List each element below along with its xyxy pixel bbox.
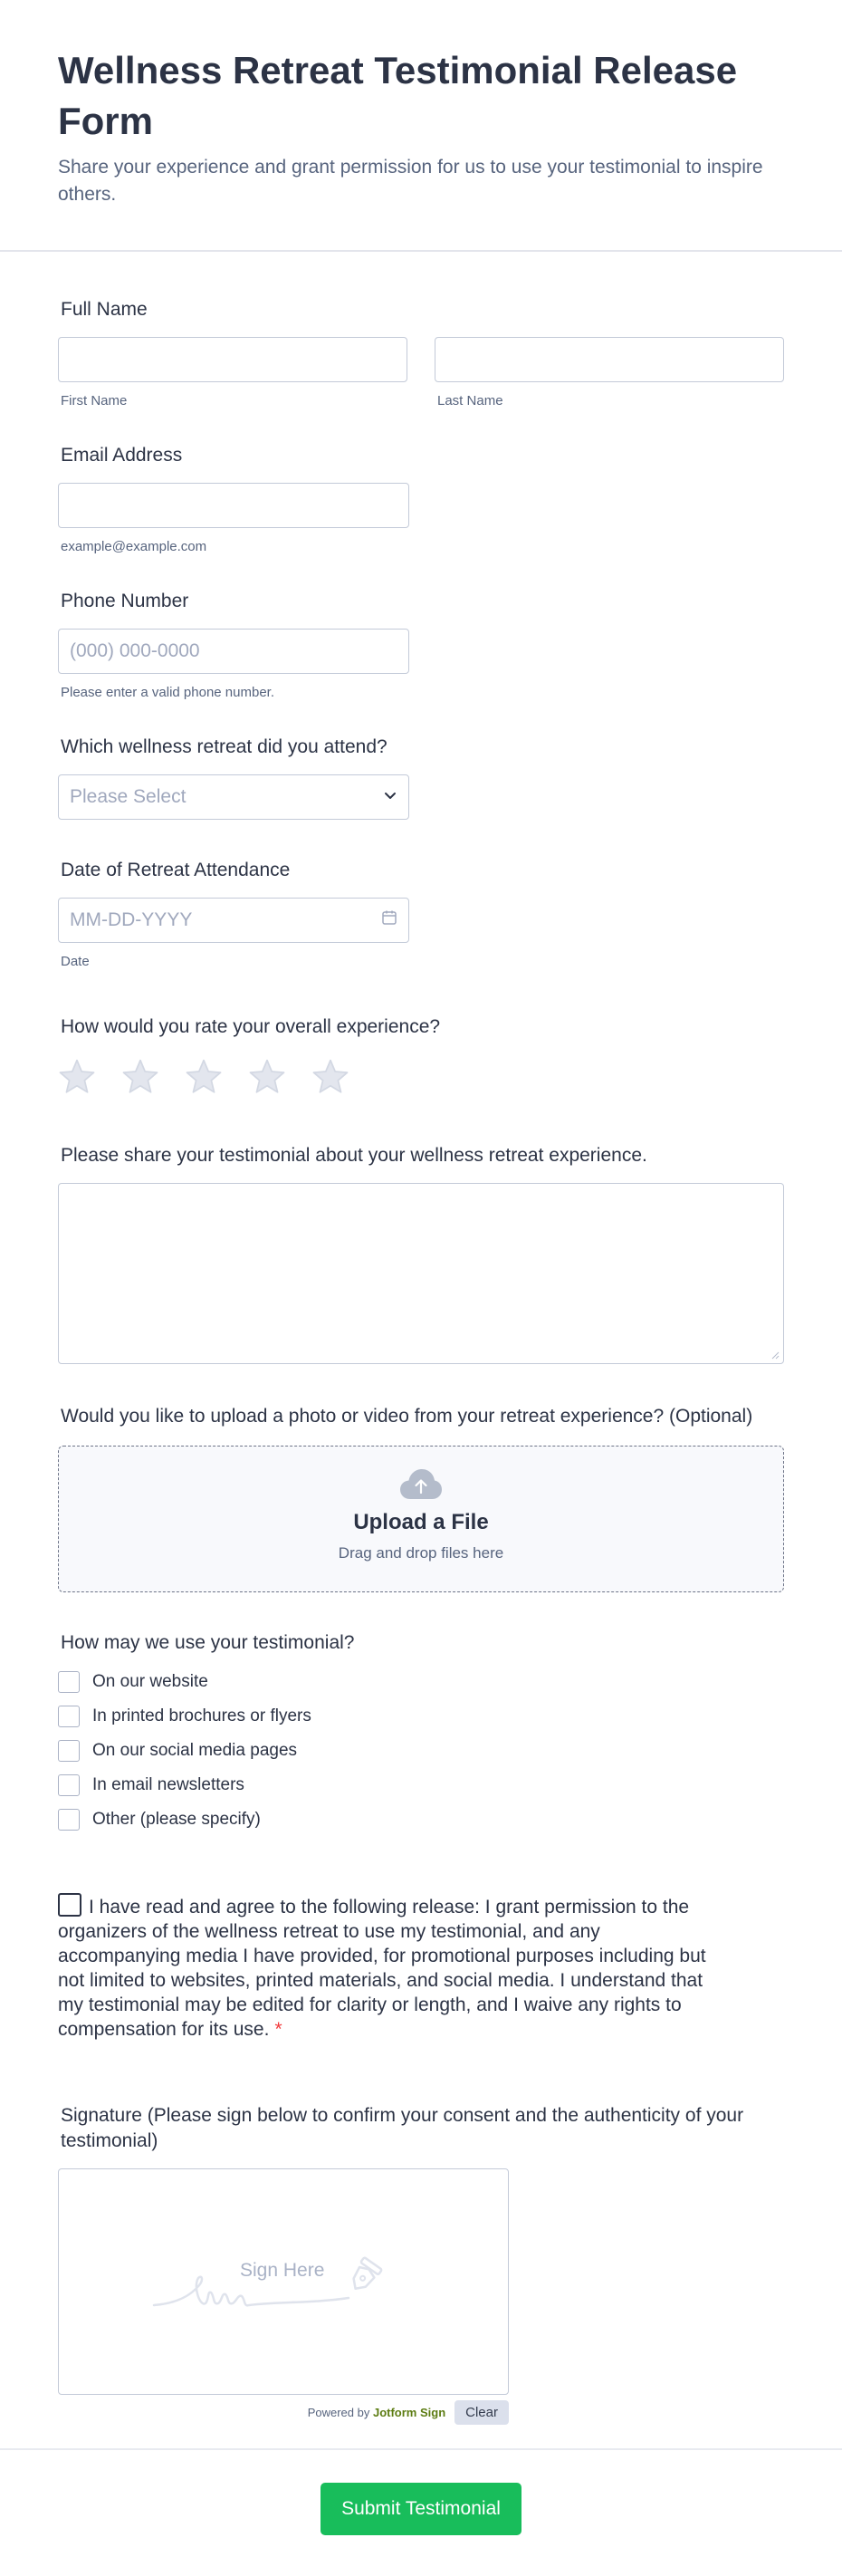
testimonial-field: Please share your testimonial about your… (58, 1143, 784, 1364)
usage-option-label: Other (please specify) (92, 1810, 261, 1829)
usage-option-print[interactable]: In printed brochures or flyers (58, 1699, 784, 1734)
signature-footer: Powered by Jotform Sign Clear (58, 2400, 509, 2425)
signature-pad[interactable]: Sign Here (58, 2168, 509, 2395)
full-name-label: Full Name (61, 299, 148, 320)
date-field: Date of Retreat Attendance MM-DD-YYYY Da… (58, 858, 784, 969)
resize-handle-icon[interactable] (770, 1350, 780, 1360)
upload-title: Upload a File (353, 1510, 489, 1534)
testimonial-label: Please share your testimonial about your… (61, 1145, 647, 1166)
consent-field: I have read and agree to the following r… (58, 1893, 710, 2042)
testimonial-textarea[interactable] (58, 1183, 784, 1364)
email-label: Email Address (61, 445, 183, 466)
retreat-label: Which wellness retreat did you attend? (61, 736, 388, 757)
retreat-select-value: Please Select (70, 786, 187, 807)
date-placeholder: MM-DD-YYYY (70, 909, 193, 930)
form-body: Full Name First Name Last Name Email Add… (0, 297, 842, 2425)
last-name-input[interactable] (435, 337, 784, 382)
signature-field: Signature (Please sign below to confirm … (58, 2103, 784, 2425)
consent-text: I have read and agree to the following r… (58, 1897, 706, 2040)
full-name-field: Full Name First Name Last Name (58, 297, 784, 409)
checkbox[interactable] (58, 1706, 80, 1727)
file-dropzone[interactable]: Upload a File Drag and drop files here (58, 1446, 784, 1592)
powered-by-brand: Jotform Sign (372, 2406, 446, 2419)
email-input[interactable] (58, 483, 409, 528)
first-name-input[interactable] (58, 337, 407, 382)
usage-field: How may we use your testimonial? On our … (58, 1630, 784, 1837)
chevron-down-icon (383, 786, 397, 808)
checkbox[interactable] (58, 1774, 80, 1796)
consent-checkbox[interactable] (58, 1893, 81, 1917)
date-label: Date of Retreat Attendance (61, 860, 291, 880)
star-icon[interactable] (121, 1058, 159, 1096)
powered-by-prefix: Powered by (307, 2406, 370, 2419)
signature-scribble-icon (152, 2256, 383, 2307)
clear-signature-button[interactable]: Clear (454, 2400, 509, 2425)
date-sublabel: Date (61, 954, 90, 969)
form-header: Wellness Retreat Testimonial Release For… (0, 0, 842, 252)
required-asterisk: * (274, 2019, 282, 2040)
rating-label: How would you rate your overall experien… (61, 1016, 441, 1037)
checkbox[interactable] (58, 1671, 80, 1693)
cloud-upload-icon (400, 1469, 442, 1499)
star-rating (58, 1058, 784, 1096)
usage-label: How may we use your testimonial? (61, 1632, 355, 1653)
retreat-field: Which wellness retreat did you attend? P… (58, 735, 784, 820)
usage-option-label: In printed brochures or flyers (92, 1706, 311, 1725)
star-icon[interactable] (248, 1058, 286, 1096)
form-title: Wellness Retreat Testimonial Release For… (58, 49, 738, 142)
usage-option-label: In email newsletters (92, 1775, 244, 1794)
usage-option-website[interactable]: On our website (58, 1665, 784, 1699)
form-footer: Submit Testimonial (0, 2448, 842, 2535)
powered-by: Powered by Jotform Sign (308, 2406, 445, 2419)
phone-field: Phone Number (000) 000-0000 Please enter… (58, 589, 784, 700)
usage-option-label: On our social media pages (92, 1741, 298, 1760)
phone-sublabel: Please enter a valid phone number. (61, 685, 274, 700)
phone-input[interactable]: (000) 000-0000 (58, 629, 409, 674)
usage-option-social[interactable]: On our social media pages (58, 1734, 784, 1768)
usage-option-newsletter[interactable]: In email newsletters (58, 1768, 784, 1802)
checkbox[interactable] (58, 1809, 80, 1831)
upload-label: Would you like to upload a photo or vide… (61, 1406, 753, 1427)
usage-option-label: On our website (92, 1672, 208, 1691)
calendar-icon[interactable] (381, 909, 397, 931)
email-sublabel: example@example.com (61, 539, 207, 554)
date-input[interactable]: MM-DD-YYYY (58, 898, 409, 943)
retreat-select[interactable]: Please Select (58, 774, 409, 820)
email-field: Email Address example@example.com (58, 443, 784, 554)
star-icon[interactable] (311, 1058, 349, 1096)
last-name-sublabel: Last Name (437, 393, 503, 409)
star-icon[interactable] (185, 1058, 223, 1096)
usage-option-other[interactable]: Other (please specify) (58, 1802, 784, 1837)
upload-subtitle: Drag and drop files here (338, 1544, 504, 1562)
submit-button[interactable]: Submit Testimonial (321, 2483, 521, 2535)
form-subtitle: Share your experience and grant permissi… (58, 157, 763, 205)
checkbox[interactable] (58, 1740, 80, 1762)
star-icon[interactable] (58, 1058, 96, 1096)
signature-label: Signature (Please sign below to confirm … (61, 2105, 744, 2151)
rating-field: How would you rate your overall experien… (58, 1014, 784, 1096)
upload-field: Would you like to upload a photo or vide… (58, 1404, 784, 1592)
phone-label: Phone Number (61, 591, 189, 611)
first-name-sublabel: First Name (61, 393, 128, 409)
